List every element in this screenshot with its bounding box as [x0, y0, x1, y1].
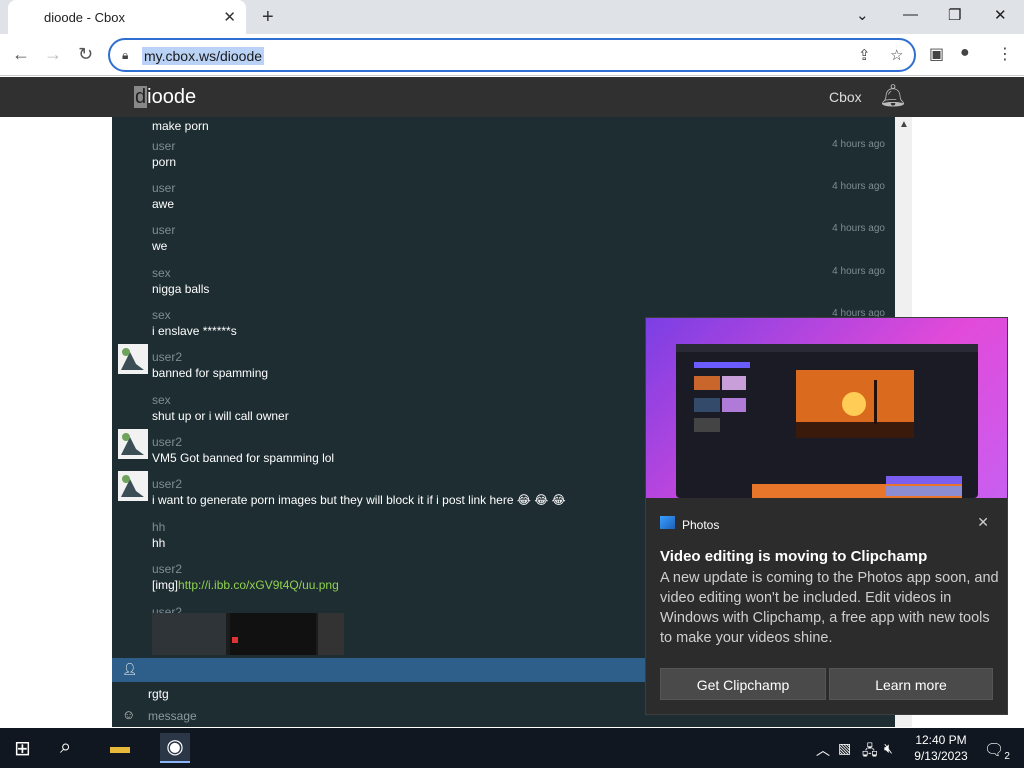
back-icon[interactable]: ← — [12, 44, 30, 65]
restore-button[interactable]: ❐ — [948, 6, 961, 24]
browser-tab-strip: dioode - Cbox ✕ + ⌄ — ❐ ✕ — [0, 0, 1024, 34]
message-timestamp: 4 hours ago — [832, 266, 885, 277]
site-title: dioode — [134, 86, 197, 108]
chat-message: sex 4 hours ago nigga balls — [112, 266, 895, 308]
message-text: nigga balls — [152, 282, 210, 296]
message-input[interactable]: message — [148, 709, 197, 723]
search-icon[interactable]: ⌕ — [60, 736, 71, 759]
minimize-button[interactable]: — — [903, 6, 918, 23]
bookmark-star-icon[interactable]: ☆ — [890, 46, 903, 64]
emoji-icon[interactable]: ☺ — [122, 707, 135, 722]
forward-icon[interactable]: → — [44, 44, 62, 65]
user-avatar[interactable] — [118, 344, 148, 374]
windows-notification-toast[interactable]: Photos ✕ Video editing is moving to Clip… — [645, 317, 1008, 715]
reload-icon[interactable]: ↻ — [78, 44, 93, 65]
message-author[interactable]: user2 — [152, 562, 182, 576]
message-author[interactable]: sex — [152, 393, 171, 407]
network-icon[interactable]: 🖧︎ — [862, 740, 878, 764]
browser-tab[interactable]: dioode - Cbox ✕ — [8, 0, 246, 34]
windows-taskbar: ⊞ ⌕ ▬ ◉ ︿ ▧ 🖧︎ 🔇︎ 12:40 PM 9/13/2023 🗨︎2 — [0, 728, 1024, 768]
message-text: we — [152, 239, 168, 253]
message-text: make porn — [152, 119, 209, 133]
clock-date: 9/13/2023 — [914, 749, 968, 763]
browser-toolbar: ← → ↻ 🔒︎ my.cbox.ws/dioode ⇪ ☆ ▣ ● ⋮ — [0, 34, 1024, 76]
file-explorer-icon[interactable]: ▬ — [110, 736, 130, 759]
toast-hero-image — [646, 318, 1007, 498]
message-image-preview[interactable] — [152, 613, 344, 655]
windows-start-icon[interactable]: ⊞ — [14, 736, 31, 761]
message-author[interactable]: user2 — [152, 350, 182, 364]
more-menu-icon[interactable]: ⋮ — [997, 44, 1013, 64]
user-icon[interactable]: 👤︎ — [122, 662, 137, 676]
volume-muted-icon[interactable]: 🔇︎ — [884, 740, 893, 757]
chat-message: user 4 hours ago awe — [112, 181, 895, 223]
message-text: shut up or i will call owner — [152, 409, 289, 423]
message-link[interactable]: http://i.ibb.co/xGV9t4Q/uu.png — [178, 578, 339, 592]
message-text: banned for spamming — [152, 366, 269, 380]
message-text: hh — [152, 536, 166, 550]
tab-search-icon[interactable]: ⌄ — [856, 6, 869, 24]
message-text: porn — [152, 155, 177, 169]
close-tab-icon[interactable]: ✕ — [223, 8, 236, 26]
share-icon[interactable]: ⇪ — [858, 46, 871, 64]
message-text: i enslave ******s — [152, 324, 237, 338]
message-author[interactable]: user2 — [152, 435, 182, 449]
close-window-button[interactable]: ✕ — [994, 6, 1007, 24]
toast-app-name: Photos — [682, 518, 720, 532]
cbox-link[interactable]: Cbox — [829, 89, 862, 105]
chat-message: user 4 hours ago porn — [112, 139, 895, 181]
message-author[interactable]: user2 — [152, 477, 182, 491]
address-bar[interactable]: 🔒︎ my.cbox.ws/dioode ⇪ ☆ — [108, 38, 916, 72]
tray-overflow-icon[interactable]: ︿ — [816, 740, 830, 760]
side-panel-icon[interactable]: ▣ — [929, 44, 944, 64]
name-field[interactable]: rgtg — [148, 687, 169, 701]
chrome-icon[interactable]: ◉ — [160, 733, 190, 763]
site-header: dioode Cbox 🔔︎ — [0, 77, 1024, 117]
profile-avatar-icon[interactable]: ● — [960, 44, 970, 62]
clock-time: 12:40 PM — [915, 733, 967, 747]
toast-body: A new update is coming to the Photos app… — [660, 570, 999, 646]
tab-title: dioode - Cbox — [44, 10, 125, 25]
message-text: [img]http://i.ibb.co/xGV9t4Q/uu.png — [152, 578, 339, 592]
taskbar-clock[interactable]: 12:40 PM 9/13/2023 — [906, 732, 976, 764]
message-author[interactable]: hh — [152, 520, 165, 534]
photos-app-icon — [660, 516, 675, 529]
user-avatar[interactable] — [118, 429, 148, 459]
learn-more-button[interactable]: Learn more — [829, 668, 993, 700]
message-author[interactable]: user — [152, 181, 175, 195]
tray-app-icon[interactable]: ▧ — [838, 740, 851, 757]
toast-close-icon[interactable]: ✕ — [977, 514, 989, 531]
user-avatar[interactable] — [118, 471, 148, 501]
message-author[interactable]: user — [152, 139, 175, 153]
message-timestamp: 4 hours ago — [832, 223, 885, 234]
get-clipchamp-button[interactable]: Get Clipchamp — [660, 668, 826, 700]
message-timestamp: 4 hours ago — [832, 139, 885, 150]
chat-message: user 4 hours ago we — [112, 223, 895, 265]
message-author[interactable]: sex — [152, 266, 171, 280]
new-tab-button[interactable]: + — [262, 6, 274, 29]
message-text: VM5 Got banned for spamming lol — [152, 451, 335, 465]
message-text: i want to generate porn images but they … — [152, 493, 566, 507]
action-center-icon[interactable]: 🗨︎2 — [984, 740, 1010, 762]
notification-bell-icon[interactable]: 🔔︎ — [879, 83, 907, 109]
message-author[interactable]: sex — [152, 308, 171, 322]
message-author[interactable]: user — [152, 223, 175, 237]
toast-title: Video editing is moving to Clipchamp — [660, 548, 928, 565]
url-text[interactable]: my.cbox.ws/dioode — [142, 47, 265, 65]
lock-icon[interactable]: 🔒︎ — [122, 48, 128, 63]
notification-count-badge: 2 — [1004, 751, 1010, 763]
message-text: awe — [152, 197, 175, 211]
message-timestamp: 4 hours ago — [832, 181, 885, 192]
scroll-up-icon[interactable]: ▲ — [899, 119, 909, 130]
